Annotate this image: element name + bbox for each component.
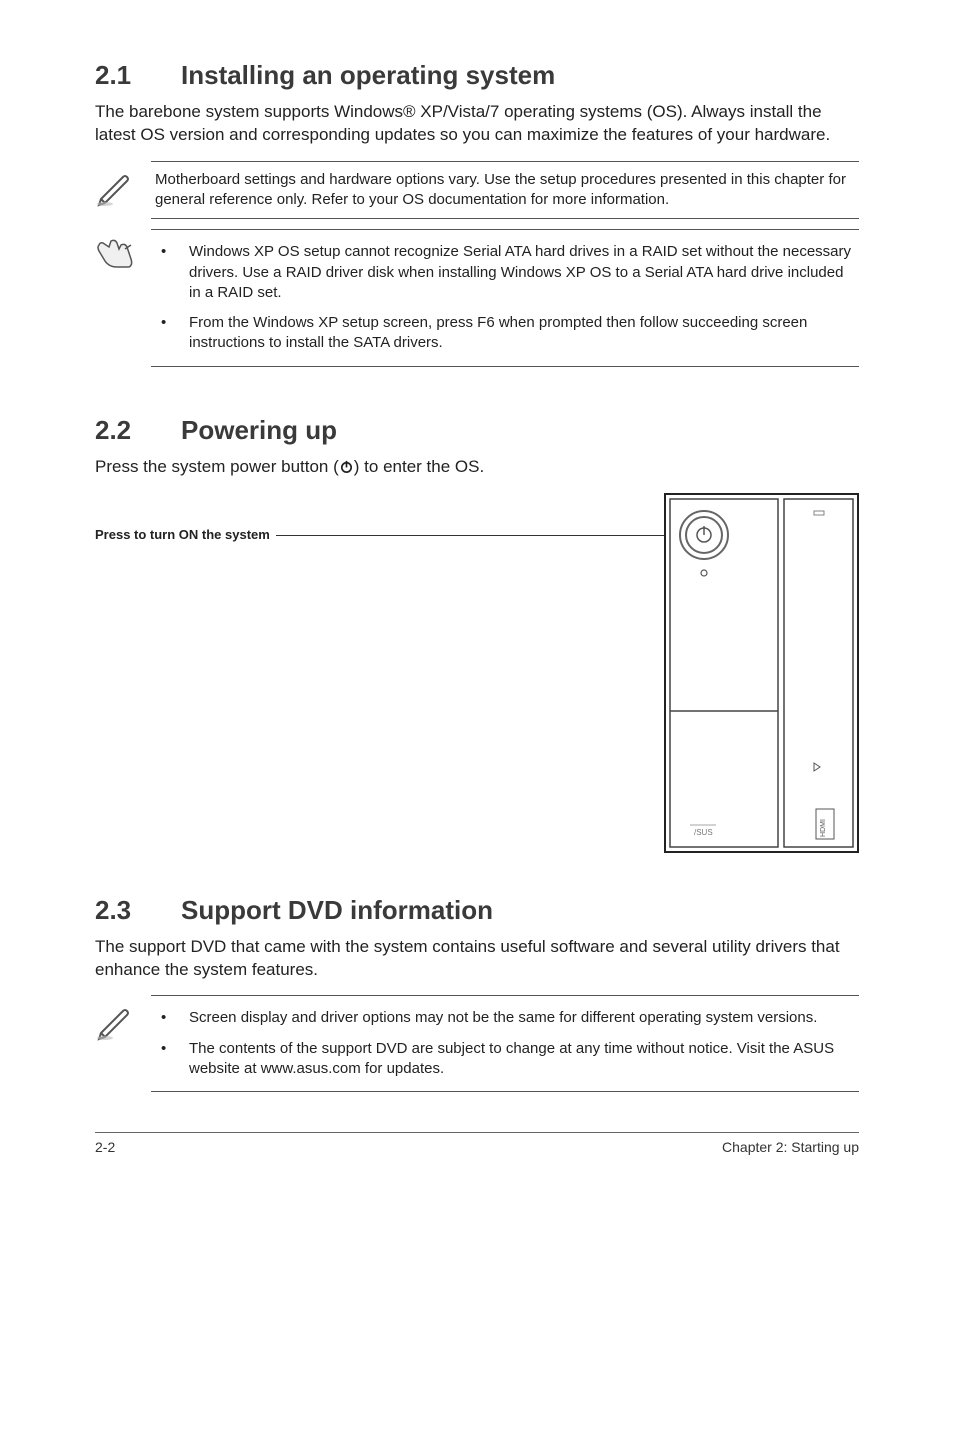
section-2-1-number: 2.1 <box>95 60 181 91</box>
hand-note-item-2: • From the Windows XP setup screen, pres… <box>155 313 855 354</box>
svg-text:HDMI: HDMI <box>820 819 827 837</box>
footer-chapter-label: Chapter 2: Starting up <box>722 1139 859 1155</box>
hand-note-item-1-text: Windows XP OS setup cannot recognize Ser… <box>189 242 855 303</box>
body-post: ) to enter the OS. <box>354 457 484 476</box>
hand-pointing-icon <box>95 229 151 277</box>
section-2-3-heading: 2.3Support DVD information <box>95 895 859 926</box>
device-diagram-row: Press to turn ON the system <box>95 493 859 853</box>
svg-text:/SUS: /SUS <box>694 828 713 837</box>
bullet-dot: • <box>155 1039 189 1080</box>
section-2-3-title: Support DVD information <box>181 895 493 925</box>
pencil-note-2-content: • Screen display and driver options may … <box>151 995 859 1092</box>
pencil-note-block-1: Motherboard settings and hardware option… <box>95 161 859 220</box>
pencil-note-2-item-1: • Screen display and driver options may … <box>155 1008 855 1028</box>
pencil-icon <box>95 995 151 1041</box>
document-page: 2.1Installing an operating system The ba… <box>0 0 954 1195</box>
pencil-note-2-item-1-text: Screen display and driver options may no… <box>189 1008 855 1028</box>
footer-page-number: 2-2 <box>95 1139 115 1155</box>
section-2-2-title: Powering up <box>181 415 337 445</box>
pencil-note-2-item-2: • The contents of the support DVD are su… <box>155 1039 855 1080</box>
hand-note-item-2-text: From the Windows XP setup screen, press … <box>189 313 855 354</box>
hand-note-item-1: • Windows XP OS setup cannot recognize S… <box>155 242 855 303</box>
page-footer: 2-2 Chapter 2: Starting up <box>95 1132 859 1155</box>
body-pre: Press the system power button ( <box>95 457 339 476</box>
section-2-1-title: Installing an operating system <box>181 60 555 90</box>
hand-note-block: • Windows XP OS setup cannot recognize S… <box>95 229 859 366</box>
bullet-dot: • <box>155 1008 189 1028</box>
power-symbol-icon <box>339 459 354 474</box>
pencil-note-block-2: • Screen display and driver options may … <box>95 995 859 1092</box>
section-2-1-heading: 2.1Installing an operating system <box>95 60 859 91</box>
device-front-illustration: /SUS HDMI <box>664 493 859 853</box>
note-1-text: Motherboard settings and hardware option… <box>151 161 859 220</box>
hand-note-content: • Windows XP OS setup cannot recognize S… <box>151 229 859 366</box>
pencil-note-2-item-2-text: The contents of the support DVD are subj… <box>189 1039 855 1080</box>
bullet-dot: • <box>155 242 189 303</box>
section-2-1-body: The barebone system supports Windows® XP… <box>95 101 859 147</box>
section-2-2-number: 2.2 <box>95 415 181 446</box>
pencil-icon <box>95 161 151 207</box>
callout-line <box>276 535 666 536</box>
section-2-3-body: The support DVD that came with the syste… <box>95 936 859 982</box>
bullet-dot: • <box>155 313 189 354</box>
section-2-2-heading: 2.2Powering up <box>95 415 859 446</box>
press-to-turn-on-label: Press to turn ON the system <box>95 493 270 542</box>
section-2-3-number: 2.3 <box>95 895 181 926</box>
section-2-2-body: Press the system power button ( ) to ent… <box>95 456 859 479</box>
